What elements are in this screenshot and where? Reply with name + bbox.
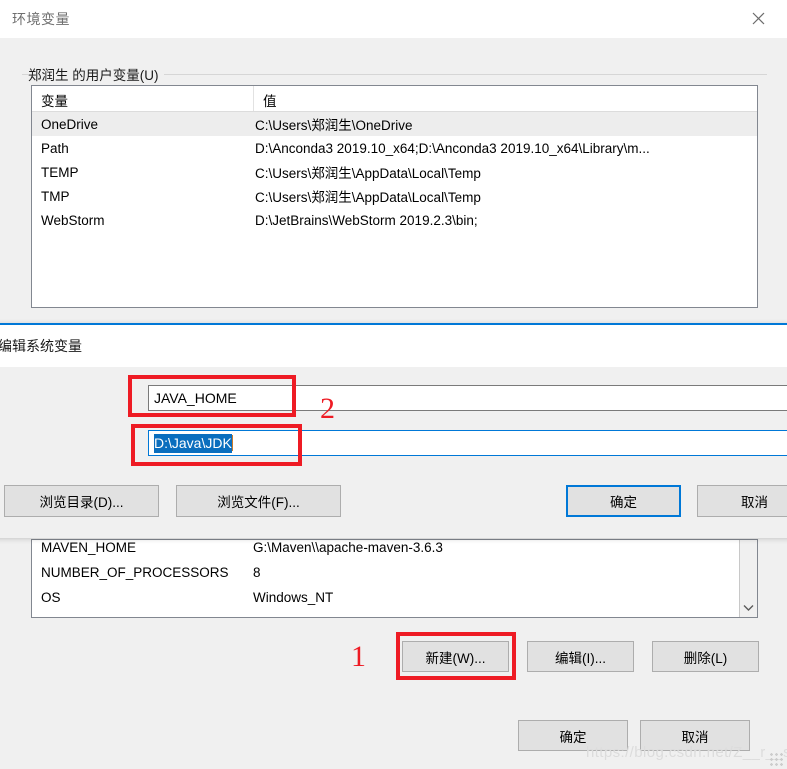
- edit-dialog-ok-button[interactable]: 确定: [566, 485, 681, 517]
- cell-variable-name: TMP: [41, 188, 70, 204]
- annotation-step-1: 1: [351, 640, 366, 673]
- edit-dialog-title: 编辑系统变量: [0, 338, 82, 354]
- table-row[interactable]: Path C:\Program Files (x86)\Common Files…: [32, 610, 739, 617]
- text-caret: [231, 435, 233, 451]
- cell-variable-name: OS: [41, 590, 61, 605]
- system-variables-table[interactable]: MAVEN_HOME G:\Maven\\apache-maven-3.6.3 …: [31, 539, 758, 618]
- table-header: 变量 值: [32, 86, 757, 112]
- delete-variable-button[interactable]: 删除(L): [652, 641, 759, 672]
- table-row[interactable]: OS Windows_NT: [32, 585, 739, 610]
- column-header-value[interactable]: 值: [254, 86, 757, 111]
- annotation-step-2: 2: [320, 392, 335, 425]
- edit-variable-button[interactable]: 编辑(I)...: [527, 641, 634, 672]
- cell-variable-name: WebStorm: [41, 212, 105, 228]
- table-row[interactable]: OneDrive C:\Users\郑润生\OneDrive: [32, 112, 757, 136]
- cell-variable-value: C:\Users\郑润生\AppData\Local\Temp: [255, 190, 481, 205]
- variable-value-text: D:\Java\JDK: [154, 433, 232, 453]
- system-variables-scrollbar[interactable]: [739, 540, 757, 617]
- cell-variable-value: C:\Program Files (x86)\Common Files\Orac…: [252, 615, 739, 617]
- table-row[interactable]: NUMBER_OF_PROCESSORS 8: [32, 560, 739, 585]
- chevron-down-icon[interactable]: [740, 599, 757, 616]
- system-variables-buttons: 新建(W)... 编辑(I)... 删除(L): [0, 641, 787, 681]
- system-variables-rows: MAVEN_HOME G:\Maven\\apache-maven-3.6.3 …: [32, 540, 739, 617]
- user-variables-group-label: 郑润生 的用户变量(U): [28, 64, 164, 84]
- window-title: 环境变量: [12, 11, 70, 27]
- cell-variable-name: MAVEN_HOME: [41, 540, 137, 555]
- cell-variable-value: 8: [253, 565, 261, 580]
- variable-value-input[interactable]: D:\Java\JDK: [148, 430, 787, 456]
- window-titlebar: 环境变量: [0, 0, 787, 38]
- user-variables-table[interactable]: 变量 值 OneDrive C:\Users\郑润生\OneDrive Path…: [31, 85, 758, 308]
- cell-variable-name: NUMBER_OF_PROCESSORS: [41, 565, 229, 580]
- browse-directory-button[interactable]: 浏览目录(D)...: [4, 485, 159, 517]
- table-row[interactable]: TMP C:\Users\郑润生\AppData\Local\Temp: [32, 184, 757, 208]
- table-row[interactable]: TEMP C:\Users\郑润生\AppData\Local\Temp: [32, 160, 757, 184]
- cancel-button[interactable]: 取消: [640, 720, 750, 751]
- table-row[interactable]: WebStorm D:\JetBrains\WebStorm 2019.2.3\…: [32, 208, 757, 232]
- cell-variable-name: OneDrive: [41, 116, 99, 132]
- edit-dialog-cancel-button[interactable]: 取消: [697, 485, 787, 517]
- table-row[interactable]: MAVEN_HOME G:\Maven\\apache-maven-3.6.3: [32, 540, 739, 560]
- cell-variable-value: Windows_NT: [253, 590, 334, 605]
- browse-file-button[interactable]: 浏览文件(F)...: [176, 485, 341, 517]
- environment-variables-window: 环境变量 郑润生 的用户变量(U) 变量 值 OneDrive C:\Users…: [0, 0, 787, 769]
- close-icon[interactable]: [737, 4, 779, 32]
- cell-variable-value: G:\Maven\\apache-maven-3.6.3: [253, 540, 443, 555]
- ok-button[interactable]: 确定: [518, 720, 628, 751]
- cell-variable-value: D:\Anconda3 2019.10_x64;D:\Anconda3 2019…: [255, 140, 650, 156]
- table-row[interactable]: Path D:\Anconda3 2019.10_x64;D:\Anconda3…: [32, 136, 757, 160]
- cell-variable-name: Path: [32, 615, 252, 617]
- cell-variable-value: C:\Users\郑润生\AppData\Local\Temp: [255, 166, 481, 181]
- variable-name-text: JAVA_HOME: [154, 390, 237, 406]
- cell-variable-name: TEMP: [41, 164, 79, 180]
- cell-variable-value: C:\Users\郑润生\OneDrive: [255, 118, 413, 133]
- variable-name-input[interactable]: JAVA_HOME: [148, 385, 787, 411]
- cell-variable-value: D:\JetBrains\WebStorm 2019.2.3\bin;: [255, 212, 478, 228]
- edit-dialog-titlebar: 编辑系统变量: [0, 325, 787, 367]
- cell-variable-name: Path: [41, 140, 69, 156]
- column-header-name[interactable]: 变量: [32, 86, 254, 111]
- new-variable-button[interactable]: 新建(W)...: [402, 641, 509, 672]
